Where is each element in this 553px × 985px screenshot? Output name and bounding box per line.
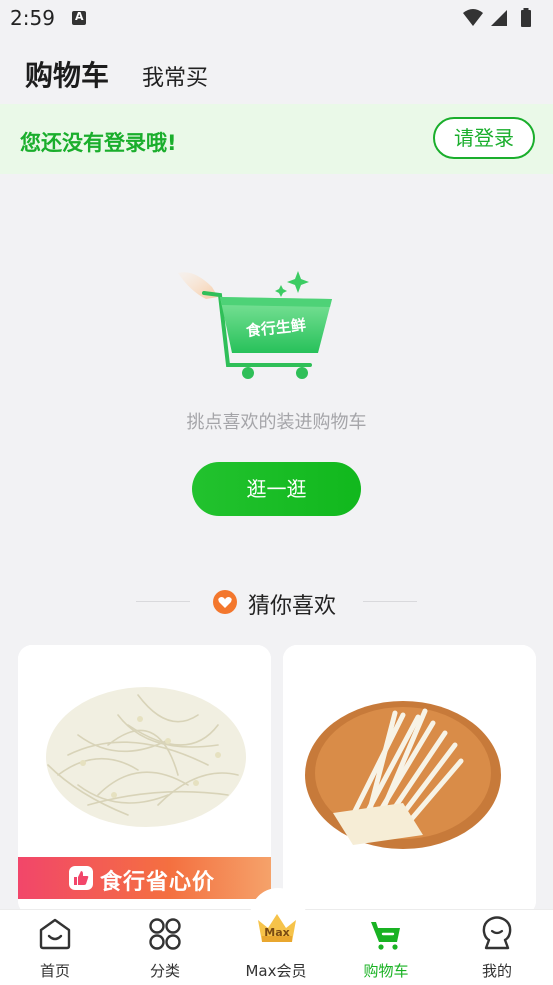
wifi-icon — [463, 9, 483, 26]
browse-button[interactable]: 逛一逛 — [192, 462, 361, 516]
crown-icon: Max — [258, 914, 296, 942]
recommend-section-header: 猜你喜欢 — [0, 582, 553, 622]
login-prompt-text: 您还没有登录哦! — [20, 131, 177, 155]
status-bar: 2:59 — [0, 0, 553, 38]
recommend-title: 猜你喜欢 — [248, 594, 337, 619]
divider-right — [363, 601, 417, 602]
tab-home[interactable]: 首页 — [0, 910, 110, 985]
thumbs-up-icon — [69, 866, 93, 890]
promo-label: 食行省心价 — [100, 870, 216, 895]
tab-label: 购物车 — [363, 962, 409, 980]
tab-label: 分类 — [149, 962, 180, 980]
tab-profile[interactable]: 我的 — [442, 910, 552, 985]
tab-category[interactable]: 分类 — [110, 910, 220, 985]
product-card[interactable] — [283, 645, 536, 915]
divider-left — [136, 601, 190, 602]
promo-strip: 食行省心价 — [18, 857, 271, 899]
status-icons — [463, 8, 531, 27]
tab-label: Max会员 — [245, 962, 307, 980]
heart-icon — [213, 590, 237, 614]
empty-cart-illustration: 食行生鲜 — [178, 271, 332, 379]
bottom-tab-bar: 首页 分类 Max Max会员 购物车 我的 — [0, 888, 553, 985]
signal-icon — [491, 10, 507, 26]
tab-label: 首页 — [39, 962, 70, 980]
profile-icon — [482, 916, 512, 950]
cart-icon — [371, 922, 400, 950]
tab-max-member[interactable]: Max Max会员 — [221, 910, 331, 985]
tab-often-bought[interactable]: 我常买 — [142, 60, 208, 92]
accessibility-notification-icon — [72, 10, 86, 25]
login-button[interactable]: 请登录 — [433, 117, 535, 159]
tab-cart-active[interactable]: 购物车 — [331, 910, 441, 985]
empty-cart-message: 挑点喜欢的装进购物车 — [186, 412, 367, 433]
home-icon — [39, 918, 71, 950]
category-icon — [149, 918, 181, 950]
tab-label: 我的 — [481, 962, 512, 980]
product-image-enoki-mushroom — [283, 645, 536, 910]
login-banner: 您还没有登录哦! 请登录 — [0, 104, 553, 174]
tab-cart[interactable]: 购物车 — [25, 54, 109, 94]
product-card[interactable]: 食行省心价 — [18, 645, 271, 915]
battery-icon — [521, 10, 531, 27]
max-badge-text: Max — [264, 926, 289, 939]
status-time: 2:59 — [10, 6, 55, 30]
header: 购物车 我常买 — [0, 38, 553, 104]
